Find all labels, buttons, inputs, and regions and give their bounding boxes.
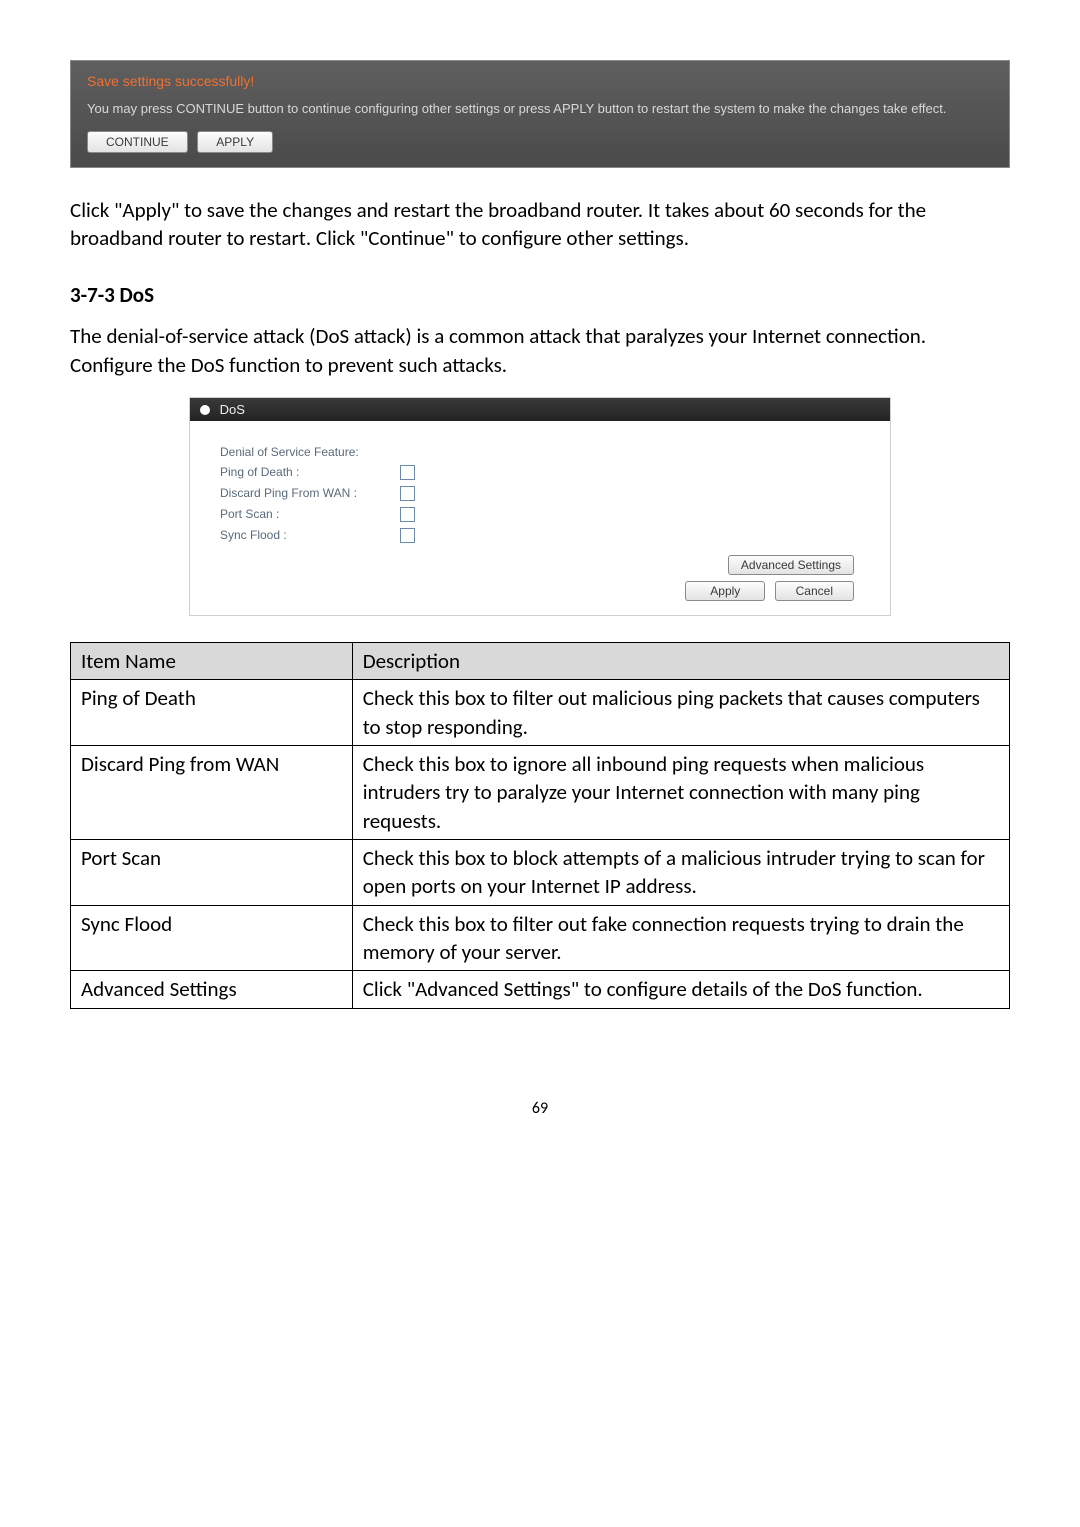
- table-desc: Check this box to block attempts of a ma…: [352, 839, 1009, 905]
- table-row: Ping of Death Check this box to filter o…: [71, 680, 1010, 746]
- dos-apply-button[interactable]: Apply: [685, 581, 765, 601]
- checkbox-port-scan[interactable]: [400, 507, 415, 522]
- dos-panel-body: Denial of Service Feature: Ping of Death…: [190, 421, 890, 615]
- table-row: Advanced Settings Click "Advanced Settin…: [71, 971, 1010, 1008]
- dos-label: Discard Ping From WAN :: [220, 486, 400, 500]
- dos-panel-header: DoS: [190, 398, 890, 421]
- description-table: Item Name Description Ping of Death Chec…: [70, 642, 1010, 1009]
- page-number: 69: [70, 1099, 1010, 1118]
- table-desc: Check this box to filter out malicious p…: [352, 680, 1009, 746]
- checkbox-discard-ping-wan[interactable]: [400, 486, 415, 501]
- save-title: Save settings successfully!: [87, 73, 993, 89]
- dos-cancel-button[interactable]: Cancel: [775, 581, 854, 601]
- table-desc: Check this box to ignore all inbound pin…: [352, 745, 1009, 839]
- checkbox-ping-of-death[interactable]: [400, 465, 415, 480]
- save-settings-panel: Save settings successfully! You may pres…: [70, 60, 1010, 168]
- dos-buttons: Advanced Settings Apply Cancel: [220, 555, 860, 601]
- dos-row-ping-of-death: Ping of Death :: [220, 465, 860, 480]
- table-row: Port Scan Check this box to block attemp…: [71, 839, 1010, 905]
- table-desc: Click "Advanced Settings" to configure d…: [352, 971, 1009, 1008]
- table-item: Advanced Settings: [71, 971, 353, 1008]
- dos-label: Port Scan :: [220, 507, 400, 521]
- dos-header-label: DoS: [220, 402, 245, 417]
- advanced-settings-button[interactable]: Advanced Settings: [728, 555, 854, 575]
- dos-feature-label: Denial of Service Feature:: [220, 445, 400, 459]
- heading-dos: 3-7-3 DoS: [70, 282, 1010, 308]
- checkbox-sync-flood[interactable]: [400, 528, 415, 543]
- continue-button[interactable]: CONTINUE: [87, 131, 188, 153]
- table-row: Sync Flood Check this box to filter out …: [71, 905, 1010, 971]
- dos-label: Ping of Death :: [220, 465, 400, 479]
- table-row: Discard Ping from WAN Check this box to …: [71, 745, 1010, 839]
- table-item: Ping of Death: [71, 680, 353, 746]
- dos-panel: DoS Denial of Service Feature: Ping of D…: [189, 397, 891, 616]
- dos-label: Sync Flood :: [220, 528, 400, 542]
- dos-row-port-scan: Port Scan :: [220, 507, 860, 522]
- dos-row-discard-ping-wan: Discard Ping From WAN :: [220, 486, 860, 501]
- table-item: Discard Ping from WAN: [71, 745, 353, 839]
- apply-button[interactable]: APPLY: [197, 131, 273, 153]
- dos-row-sync-flood: Sync Flood :: [220, 528, 860, 543]
- paragraph-apply-instructions: Click "Apply" to save the changes and re…: [70, 196, 1010, 253]
- table-header-row: Item Name Description: [71, 642, 1010, 679]
- save-description: You may press CONTINUE button to continu…: [87, 99, 993, 119]
- table-header-item: Item Name: [71, 642, 353, 679]
- table-item: Sync Flood: [71, 905, 353, 971]
- paragraph-dos-intro: The denial-of-service attack (DoS attack…: [70, 322, 1010, 379]
- table-desc: Check this box to filter out fake connec…: [352, 905, 1009, 971]
- table-item: Port Scan: [71, 839, 353, 905]
- table-header-desc: Description: [352, 642, 1009, 679]
- bullet-icon: [200, 405, 210, 415]
